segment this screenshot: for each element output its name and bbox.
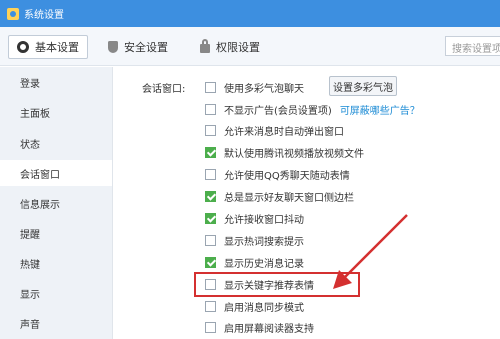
checkbox-checked[interactable] bbox=[205, 190, 216, 202]
sidebar-item-info-display[interactable]: 信息展示 bbox=[0, 190, 112, 216]
option-screen-reader[interactable]: 启用屏幕阅读器支持 bbox=[205, 320, 314, 335]
option-label: 启用屏幕阅读器支持 bbox=[224, 323, 314, 335]
checkbox[interactable] bbox=[205, 300, 216, 312]
sidebar-item-main-panel[interactable]: 主面板 bbox=[0, 99, 112, 125]
option-label: 允许接收窗口抖动 bbox=[224, 214, 304, 226]
option-label: 允许使用QQ秀聊天随动表情 bbox=[224, 170, 350, 182]
tab-label: 基本设置 bbox=[35, 41, 79, 54]
app-icon bbox=[7, 7, 19, 20]
option-window-shake[interactable]: 允许接收窗口抖动 bbox=[205, 211, 304, 226]
shield-icon bbox=[108, 41, 118, 53]
option-auto-popup[interactable]: 允许来消息时自动弹出窗口 bbox=[205, 123, 344, 138]
sidebar-item-sound[interactable]: 声音 bbox=[0, 310, 112, 336]
option-qq-show[interactable]: 允许使用QQ秀聊天随动表情 bbox=[205, 167, 350, 182]
ads-info-link[interactable]: 可屏蔽哪些广告？ bbox=[340, 102, 420, 117]
option-label: 显示历史消息记录 bbox=[224, 258, 304, 270]
sidebar-item-display[interactable]: 显示 bbox=[0, 280, 112, 306]
sidebar-item-chat-window[interactable]: 会话窗口 bbox=[0, 160, 112, 186]
sidebar-item-hotkey[interactable]: 热键 bbox=[0, 250, 112, 276]
window-title: 系统设置 bbox=[24, 10, 64, 21]
lock-icon bbox=[200, 39, 210, 53]
tab-bar: 基本设置 安全设置 权限设置 bbox=[0, 27, 500, 66]
sidebar-item-login[interactable]: 登录 bbox=[0, 69, 112, 95]
option-history[interactable]: 显示历史消息记录 bbox=[205, 255, 304, 270]
option-label: 默认使用腾讯视频播放视频文件 bbox=[224, 148, 364, 160]
option-label: 启用消息同步模式 bbox=[224, 302, 304, 314]
checkbox-checked[interactable] bbox=[205, 146, 216, 158]
option-label: 不显示广告(会员设置项) bbox=[224, 105, 332, 117]
option-label: 总是显示好友聊天窗口侧边栏 bbox=[224, 192, 354, 204]
checkbox[interactable] bbox=[205, 124, 216, 136]
option-sidebar[interactable]: 总是显示好友聊天窗口侧边栏 bbox=[205, 189, 354, 204]
option-label: 显示热词搜索提示 bbox=[224, 236, 304, 248]
checkbox[interactable] bbox=[205, 81, 216, 93]
section-label: 会话窗口: bbox=[142, 84, 186, 95]
option-label: 使用多彩气泡聊天 bbox=[224, 83, 304, 95]
option-sync-mode[interactable]: 启用消息同步模式 bbox=[205, 299, 304, 314]
tab-security-settings[interactable]: 安全设置 bbox=[108, 35, 168, 59]
option-tencent-video[interactable]: 默认使用腾讯视频播放视频文件 bbox=[205, 145, 364, 160]
option-no-ads[interactable]: 不显示广告(会员设置项) 可屏蔽哪些广告？ bbox=[205, 102, 420, 117]
highlight-box bbox=[194, 272, 360, 297]
checkbox[interactable] bbox=[205, 168, 216, 180]
tab-basic-settings[interactable]: 基本设置 bbox=[8, 35, 88, 59]
option-hot-search[interactable]: 显示热词搜索提示 bbox=[205, 233, 304, 248]
checkbox[interactable] bbox=[205, 234, 216, 246]
checkbox[interactable] bbox=[205, 321, 216, 333]
tab-label: 安全设置 bbox=[124, 41, 168, 54]
checkbox-checked[interactable] bbox=[205, 212, 216, 224]
gear-icon bbox=[17, 41, 29, 53]
tab-permission-settings[interactable]: 权限设置 bbox=[200, 35, 260, 59]
title-bar: 系统设置 bbox=[0, 0, 500, 27]
option-bubble-chat[interactable]: 使用多彩气泡聊天 bbox=[205, 80, 304, 95]
search-input[interactable]: 搜索设置项 bbox=[445, 36, 500, 56]
sidebar-item-status[interactable]: 状态 bbox=[0, 130, 112, 156]
checkbox[interactable] bbox=[205, 103, 216, 115]
option-label: 允许来消息时自动弹出窗口 bbox=[224, 126, 344, 138]
sidebar: 登录 主面板 状态 会话窗口 信息展示 提醒 热键 显示 声音 bbox=[0, 67, 113, 339]
tab-label: 权限设置 bbox=[216, 41, 260, 54]
checkbox-checked[interactable] bbox=[205, 256, 216, 268]
sidebar-item-reminder[interactable]: 提醒 bbox=[0, 220, 112, 246]
set-bubble-button[interactable]: 设置多彩气泡 bbox=[329, 76, 397, 96]
